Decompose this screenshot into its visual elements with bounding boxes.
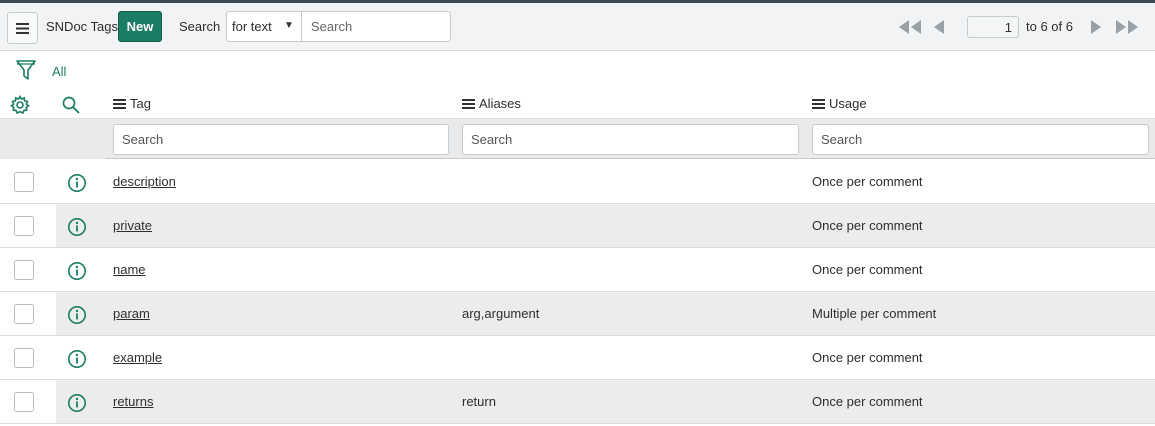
info-icon[interactable] [67, 349, 87, 369]
aliases-cell: return [462, 394, 496, 409]
table-row: example Once per comment [0, 336, 1155, 380]
row-checkbox[interactable] [14, 216, 34, 236]
page-range-text: to 6 of 6 [1026, 19, 1073, 34]
new-button[interactable]: New [118, 11, 162, 42]
tag-link[interactable]: name [113, 262, 146, 277]
column-search-row [0, 119, 1155, 159]
usage-cell: Once per comment [812, 174, 923, 189]
context-menu-button[interactable] [7, 12, 38, 44]
table-row: description Once per comment [0, 160, 1155, 204]
tag-link[interactable]: param [113, 306, 150, 321]
filter-icon[interactable] [15, 58, 37, 82]
search-label: Search [179, 19, 221, 34]
next-page-icon[interactable] [1088, 15, 1104, 39]
filter-breadcrumb-row: All [0, 51, 1155, 89]
info-icon[interactable] [67, 173, 87, 193]
row-checkbox[interactable] [14, 172, 34, 192]
tag-link[interactable]: example [113, 350, 162, 365]
row-checkbox[interactable] [14, 304, 34, 324]
gear-icon[interactable] [10, 95, 30, 115]
usage-cell: Once per comment [812, 262, 923, 277]
aliases-search-input[interactable] [462, 124, 799, 155]
info-icon[interactable] [67, 393, 87, 413]
search-input[interactable] [301, 11, 451, 42]
info-icon[interactable] [67, 305, 87, 325]
column-label-aliases: Aliases [479, 96, 521, 111]
usage-cell: Once per comment [812, 218, 923, 233]
list-header: SNDoc Tags New Search for text ▼ to 6 of… [0, 3, 1155, 51]
tag-link[interactable]: returns [113, 394, 153, 409]
usage-cell: Once per comment [812, 350, 923, 365]
caret-down-icon: ▼ [284, 20, 294, 31]
tag-link[interactable]: description [113, 174, 176, 189]
tag-link[interactable]: private [113, 218, 152, 233]
table-row: param arg,argument Multiple per comment [0, 292, 1155, 336]
list-title: SNDoc Tags [46, 19, 119, 34]
row-checkbox[interactable] [14, 260, 34, 280]
column-label-usage: Usage [829, 96, 867, 111]
last-page-icon[interactable] [1114, 15, 1142, 39]
column-header-row: Tag Aliases Usage [0, 89, 1155, 119]
tag-search-input[interactable] [113, 124, 449, 155]
column-menu-icon[interactable] [113, 97, 126, 111]
breadcrumb-all[interactable]: All [52, 64, 66, 79]
usage-cell: Multiple per comment [812, 306, 937, 321]
table-row: private Once per comment [0, 204, 1155, 248]
table-row: name Once per comment [0, 248, 1155, 292]
usage-search-input[interactable] [812, 124, 1149, 155]
info-icon[interactable] [67, 217, 87, 237]
column-header-usage[interactable]: Usage [812, 96, 867, 111]
previous-page-icon[interactable] [931, 15, 947, 39]
page-number-input[interactable] [967, 16, 1019, 38]
row-checkbox[interactable] [14, 392, 34, 412]
column-menu-icon[interactable] [812, 97, 825, 111]
column-label-tag: Tag [130, 96, 151, 111]
search-field-value: for text [232, 19, 272, 34]
search-icon[interactable] [61, 95, 81, 115]
usage-cell: Once per comment [812, 394, 923, 409]
first-page-icon[interactable] [897, 15, 923, 39]
info-icon[interactable] [67, 261, 87, 281]
column-header-tag[interactable]: Tag [113, 96, 151, 111]
search-field-select[interactable]: for text ▼ [226, 11, 302, 42]
hamburger-icon [16, 22, 29, 34]
column-header-aliases[interactable]: Aliases [462, 96, 521, 111]
column-menu-icon[interactable] [462, 97, 475, 111]
aliases-cell: arg,argument [462, 306, 540, 321]
table-row: returns return Once per comment [0, 380, 1155, 424]
row-checkbox[interactable] [14, 348, 34, 368]
